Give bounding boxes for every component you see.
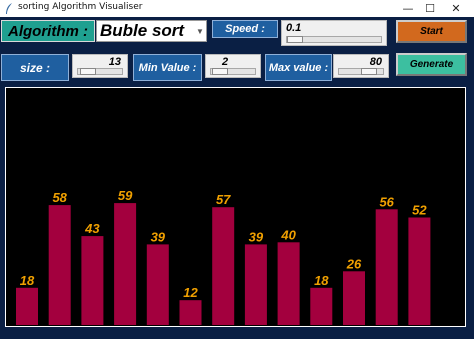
start-button[interactable]: Start	[396, 20, 467, 43]
max-value-label: Max value :	[265, 54, 332, 81]
algorithm-select[interactable]: Buble sort ▼	[96, 20, 207, 42]
max-value: 80	[369, 56, 382, 68]
bar-label-2: 43	[84, 221, 100, 236]
window-title-bar[interactable]: sorting Algorithm Visualiser — ☐ ✕	[0, 0, 474, 17]
size-value: 13	[108, 56, 121, 68]
size-slider-trough[interactable]	[77, 68, 123, 75]
size-slider-thumb[interactable]	[80, 68, 96, 75]
bar-label-11: 56	[379, 194, 394, 209]
bar-label-8: 40	[280, 227, 296, 242]
maximize-button[interactable]: ☐	[418, 1, 442, 16]
speed-value: 0.1	[286, 22, 302, 34]
close-button[interactable]: ✕	[444, 1, 468, 16]
bar-label-6: 57	[216, 192, 231, 207]
minimize-button[interactable]: —	[396, 1, 420, 16]
bar-label-12: 52	[412, 203, 427, 218]
algorithm-label: Algorithm :	[1, 20, 95, 42]
chevron-down-icon[interactable]: ▼	[194, 27, 206, 36]
min-value-slider-trough[interactable]	[210, 68, 256, 75]
min-value-slider-thumb[interactable]	[212, 68, 228, 75]
bar-label-1: 58	[52, 190, 67, 205]
bar-4	[146, 244, 169, 325]
bar-label-10: 26	[346, 256, 362, 271]
size-label: size :	[1, 54, 69, 81]
bar-11	[375, 209, 398, 325]
bar-0	[16, 287, 38, 325]
bar-label-4: 39	[151, 229, 166, 244]
speed-label: Speed :	[212, 20, 278, 38]
bar-label-3: 59	[118, 188, 133, 203]
min-value: 2	[222, 56, 229, 68]
max-value-slider-thumb[interactable]	[361, 68, 377, 75]
speed-slider-trough[interactable]	[286, 36, 382, 43]
bar-chart: 18 58 43 59 39 12 57 39 40 18 26 56 52	[16, 188, 431, 325]
bar-label-7: 39	[249, 229, 264, 244]
bar-label-9: 18	[314, 273, 329, 288]
bar-label-0: 18	[20, 273, 35, 288]
feather-icon	[6, 3, 12, 14]
generate-button[interactable]: Generate	[396, 53, 467, 76]
bar-12	[408, 217, 431, 325]
bar-9	[310, 287, 333, 325]
speed-slider[interactable]: 0.1	[281, 20, 387, 46]
window-title: sorting Algorithm Visualiser	[18, 2, 143, 12]
bar-3	[114, 203, 137, 325]
bar-8	[277, 242, 300, 325]
size-slider[interactable]: 13	[72, 54, 128, 78]
bar-2	[81, 236, 104, 325]
bar-label-5: 12	[183, 285, 198, 300]
bar-10	[343, 271, 365, 325]
algorithm-select-value: Buble sort	[100, 21, 185, 40]
bar-6	[212, 207, 235, 325]
bar-7	[244, 244, 267, 325]
min-value-slider[interactable]: 2	[205, 54, 261, 78]
bar-5	[179, 300, 202, 325]
bar-1	[48, 205, 71, 325]
max-value-slider-trough[interactable]	[338, 68, 384, 75]
speed-slider-thumb[interactable]	[287, 36, 303, 43]
max-value-slider[interactable]: 80	[333, 54, 389, 78]
visualization-canvas: 18 58 43 59 39 12 57 39 40 18 26 56 52	[5, 87, 466, 327]
min-value-label: Min Value :	[133, 54, 202, 81]
